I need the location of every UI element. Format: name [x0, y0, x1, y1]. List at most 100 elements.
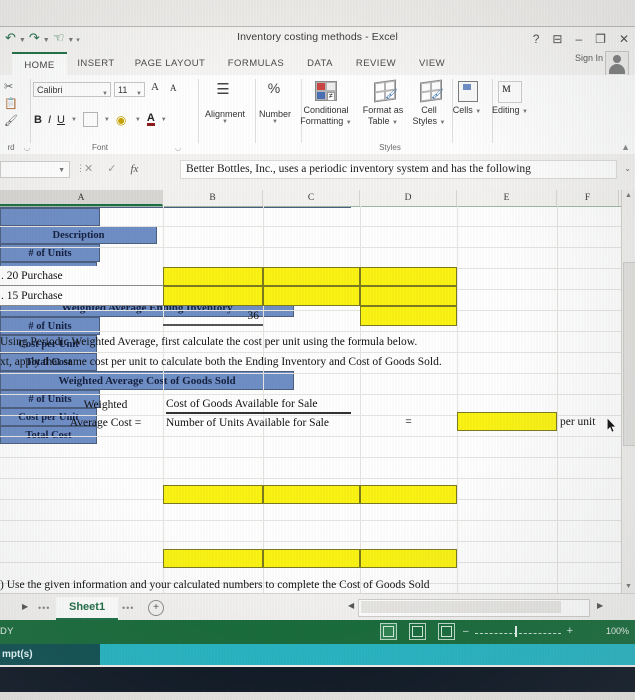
- name-box-dropdown-icon[interactable]: ▼: [58, 167, 65, 174]
- enter-icon[interactable]: ✓: [107, 162, 116, 175]
- worksheet-grid[interactable]: A B C D E F LIFO Cost of Goods Sold Desc…: [0, 190, 635, 593]
- column-header-c[interactable]: C: [263, 190, 360, 206]
- name-box[interactable]: ▼: [0, 161, 70, 178]
- hscroll-left-icon[interactable]: ◀: [348, 601, 354, 610]
- scroll-up-icon[interactable]: ▲: [623, 190, 634, 202]
- lifo-total-units[interactable]: 36: [163, 306, 263, 326]
- column-header-b[interactable]: B: [163, 190, 263, 206]
- clipboard-dialog-launcher-icon[interactable]: ◡: [24, 144, 30, 152]
- alignment-icon[interactable]: ☰: [206, 80, 240, 98]
- wa-cogs-total-input[interactable]: [360, 549, 457, 568]
- next-sheet-arrow-icon[interactable]: ▶: [22, 602, 28, 611]
- font-color-icon[interactable]: A: [146, 113, 155, 126]
- fill-color-icon[interactable]: ◉: [116, 113, 129, 127]
- page-layout-view-icon[interactable]: [409, 623, 426, 640]
- underline-button[interactable]: U: [57, 114, 65, 126]
- ribbon-display-options-icon[interactable]: ⊟: [552, 29, 562, 49]
- vertical-scrollbar[interactable]: ▲ ▼: [621, 190, 635, 593]
- page-break-view-icon[interactable]: [438, 623, 455, 640]
- tab-view[interactable]: VIEW: [410, 52, 454, 75]
- borders-dropdown-icon[interactable]: ▼: [104, 117, 110, 123]
- borders-icon[interactable]: [82, 112, 98, 127]
- sheet-overflow-right-icon[interactable]: •••: [122, 603, 134, 613]
- wa-ei-units-input[interactable]: [163, 485, 263, 504]
- expand-formula-bar-icon[interactable]: ⌄: [624, 164, 631, 173]
- conditional-formatting-label[interactable]: Conditional Formatting ▼: [296, 105, 356, 129]
- wa-ei-total-input[interactable]: [360, 485, 457, 504]
- cells-dropdown-icon[interactable]: ▼: [475, 109, 481, 115]
- format-painter-icon[interactable]: 🖌: [4, 114, 28, 127]
- normal-view-icon[interactable]: [380, 623, 397, 640]
- lifo-row-1-description[interactable]: . 20 Purchase: [0, 266, 163, 286]
- column-header-a[interactable]: A: [0, 190, 163, 206]
- add-sheet-button[interactable]: +: [148, 600, 164, 616]
- column-header-d[interactable]: D: [360, 190, 457, 206]
- restore-icon[interactable]: ❐: [595, 29, 606, 49]
- horizontal-scroll-thumb[interactable]: [361, 601, 561, 613]
- editing-icon[interactable]: м: [496, 79, 522, 103]
- number-dropdown-icon[interactable]: ▼: [252, 119, 298, 125]
- formula-input[interactable]: Better Bottles, Inc., uses a periodic in…: [180, 160, 617, 179]
- close-icon[interactable]: ✕: [619, 29, 629, 49]
- lifo-row-2-units-input[interactable]: [163, 286, 263, 306]
- horizontal-scrollbar[interactable]: [358, 599, 590, 617]
- tab-insert[interactable]: INSERT: [70, 52, 122, 75]
- format-as-table-label[interactable]: Format as Table ▼: [358, 105, 408, 129]
- sheet-overflow-left-icon[interactable]: •••: [38, 603, 50, 613]
- sign-in-link[interactable]: Sign In: [575, 53, 603, 63]
- bold-button[interactable]: B: [34, 114, 42, 126]
- tab-data[interactable]: DATA: [298, 52, 342, 75]
- tab-home[interactable]: HOME: [12, 52, 67, 77]
- font-size-input[interactable]: 11 ▼: [114, 82, 145, 97]
- italic-button[interactable]: I: [48, 114, 51, 126]
- zoom-slider-handle[interactable]: [515, 626, 517, 637]
- tab-page-layout[interactable]: PAGE LAYOUT: [126, 52, 214, 75]
- cell-styles-icon[interactable]: 🖌: [418, 79, 444, 103]
- attempt-label[interactable]: mpt(s): [0, 644, 100, 665]
- column-header-e[interactable]: E: [457, 190, 557, 206]
- editing-group-label[interactable]: Editing ▼: [488, 105, 532, 118]
- font-color-dropdown-icon[interactable]: ▼: [161, 117, 167, 123]
- grow-font-icon[interactable]: A: [151, 81, 159, 93]
- zoom-slider[interactable]: – +: [463, 625, 573, 638]
- font-name-input[interactable]: Calibri ▼: [33, 82, 111, 97]
- lifo-row-1-total-input[interactable]: [360, 267, 457, 286]
- weighted-average-cost-input[interactable]: [457, 412, 557, 431]
- vertical-scroll-thumb[interactable]: [623, 262, 635, 446]
- scroll-down-icon[interactable]: ▼: [623, 581, 634, 593]
- tab-formulas[interactable]: FORMULAS: [222, 52, 290, 75]
- copy-icon[interactable]: 📋: [4, 97, 28, 110]
- fill-color-dropdown-icon[interactable]: ▼: [135, 117, 141, 123]
- cut-icon[interactable]: ✂: [4, 80, 28, 93]
- chevron-up-icon[interactable]: ▲: [621, 142, 630, 152]
- lifo-row-1-units-input[interactable]: [163, 267, 263, 286]
- zoom-out-button[interactable]: –: [463, 626, 469, 637]
- cancel-icon[interactable]: ✕: [84, 162, 93, 175]
- wa-cogs-cost-input[interactable]: [263, 549, 360, 568]
- format-as-table-dropdown-icon[interactable]: ▼: [392, 120, 398, 126]
- hscroll-right-icon[interactable]: ▶: [597, 601, 603, 610]
- cells-icon[interactable]: [455, 79, 481, 103]
- format-as-table-icon[interactable]: 🖌: [372, 79, 398, 103]
- cell-styles-dropdown-icon[interactable]: ▼: [440, 120, 446, 126]
- lifo-total-cost-input[interactable]: [360, 306, 457, 326]
- sheet-tab-sheet1[interactable]: Sheet1: [56, 597, 119, 620]
- tab-review[interactable]: REVIEW: [348, 52, 404, 75]
- percent-icon[interactable]: %: [257, 80, 291, 96]
- font-dialog-launcher-icon[interactable]: ◡: [175, 144, 181, 152]
- underline-dropdown-icon[interactable]: ▼: [71, 117, 77, 123]
- insert-function-icon[interactable]: fx: [130, 163, 138, 175]
- help-icon[interactable]: ?: [533, 29, 540, 49]
- conditional-formatting-dropdown-icon[interactable]: ▼: [346, 120, 352, 126]
- zoom-in-button[interactable]: +: [567, 625, 573, 637]
- alignment-dropdown-icon[interactable]: ▼: [198, 119, 252, 125]
- shrink-font-icon[interactable]: A: [170, 83, 177, 93]
- lifo-row-1-cost-input[interactable]: [263, 267, 360, 286]
- conditional-formatting-icon[interactable]: ≠: [313, 79, 339, 103]
- wa-cogs-units-input[interactable]: [163, 549, 263, 568]
- cells-group-label[interactable]: Cells ▼: [448, 105, 486, 118]
- user-avatar-icon[interactable]: [605, 51, 629, 76]
- font-name-dropdown-icon[interactable]: ▼: [102, 87, 108, 102]
- lifo-row-2-cost-input[interactable]: [263, 286, 360, 306]
- cell-styles-label[interactable]: Cell Styles ▼: [408, 105, 450, 129]
